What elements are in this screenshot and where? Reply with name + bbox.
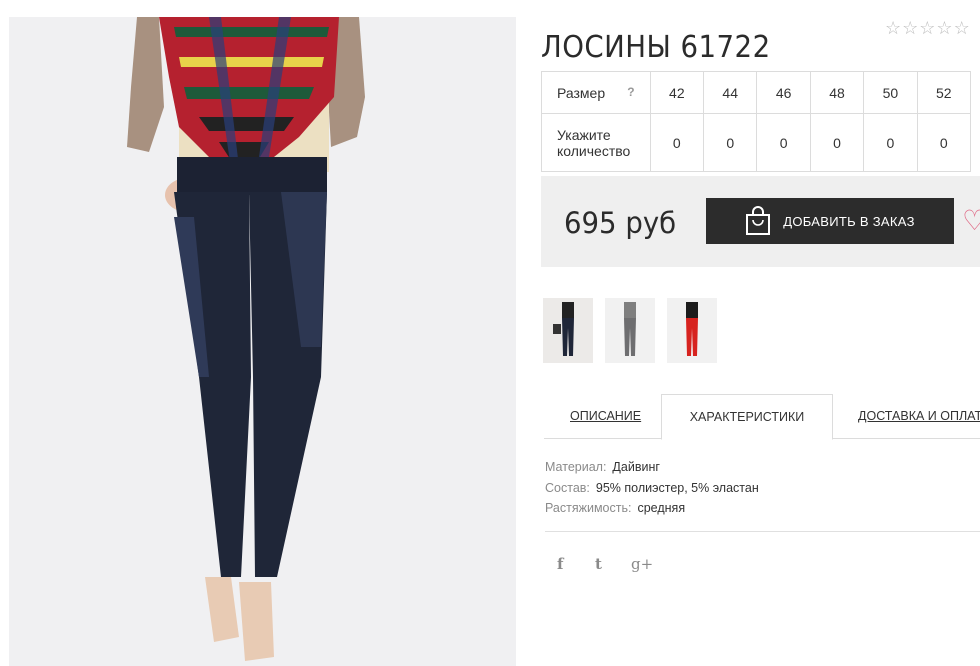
heart-icon[interactable]: ♡ — [962, 204, 980, 237]
thumbnail-dark[interactable] — [543, 298, 593, 363]
size-cell: 44 — [703, 71, 758, 114]
star-icon[interactable]: ☆ — [885, 18, 902, 38]
quantity-input[interactable]: 0 — [916, 113, 972, 172]
rating-stars[interactable]: ☆☆☆☆☆ — [885, 18, 971, 39]
spec-row: Растяжимость: средняя — [545, 498, 759, 519]
add-to-order-button[interactable]: ДОБАВИТЬ В ЗАКАЗ — [706, 198, 954, 244]
tab-description[interactable]: ОПИСАНИЕ — [570, 394, 641, 438]
spec-value: 95% полиэстер, 5% эластан — [595, 480, 759, 495]
size-cell: 48 — [809, 71, 865, 114]
tab-delivery-payment[interactable]: ДОСТАВКА И ОПЛАТА — [858, 394, 980, 438]
facebook-icon[interactable]: f — [557, 555, 563, 573]
size-cell: 42 — [649, 71, 705, 114]
quantity-input[interactable]: 0 — [649, 113, 705, 172]
size-cell: 50 — [863, 71, 918, 114]
star-icon[interactable]: ☆ — [936, 18, 953, 38]
buy-box: 695 руб ДОБАВИТЬ В ЗАКАЗ ♡ — [541, 176, 980, 267]
twitter-icon[interactable]: t — [595, 555, 602, 573]
size-cell: 52 — [916, 71, 972, 114]
product-title: ЛОСИНЫ 61722 — [541, 30, 771, 66]
spec-row: Материал: Дайвинг — [545, 457, 759, 478]
size-table: Размер ? 42 44 46 48 50 52 Укажите колич… — [541, 71, 972, 172]
spec-key: Растяжимость: — [545, 501, 632, 515]
divider — [545, 531, 980, 532]
tab-characteristics[interactable]: ХАРАКТЕРИСТИКИ — [661, 394, 833, 440]
quantity-input[interactable]: 0 — [703, 113, 758, 172]
spec-value: средняя — [637, 501, 686, 515]
specs-list: Материал: Дайвинг Состав: 95% полиэстер, 5… — [545, 457, 759, 519]
star-icon[interactable]: ☆ — [919, 18, 936, 38]
shopping-bag-icon — [746, 206, 771, 235]
quantity-input[interactable]: 0 — [809, 113, 865, 172]
thumbnail-grey[interactable] — [605, 298, 655, 363]
spec-key: Материал: — [545, 460, 607, 474]
spec-value: Дайвинг — [612, 460, 660, 474]
product-tabs: ОПИСАНИЕ ХАРАКТЕРИСТИКИ ДОСТАВКА И ОПЛАТ… — [544, 394, 980, 440]
spec-row: Состав: 95% полиэстер, 5% эластан — [545, 478, 759, 499]
quantity-input[interactable]: 0 — [756, 113, 811, 172]
size-row: Размер ? 42 44 46 48 50 52 — [541, 71, 972, 114]
size-label-cell: Размер ? — [541, 71, 651, 114]
product-main-image[interactable] — [9, 17, 516, 666]
quantity-label: Укажите количество — [541, 113, 651, 172]
spec-key: Состав: — [545, 480, 590, 495]
size-label: Размер — [557, 84, 606, 101]
google-plus-icon[interactable]: g+ — [631, 555, 653, 573]
quantity-row: Укажите количество 0 0 0 0 0 0 — [541, 113, 972, 172]
add-to-order-label: ДОБАВИТЬ В ЗАКАЗ — [783, 213, 915, 229]
size-cell: 46 — [756, 71, 811, 114]
star-icon[interactable]: ☆ — [902, 18, 919, 38]
size-help-icon[interactable]: ? — [627, 85, 634, 99]
quantity-input[interactable]: 0 — [863, 113, 918, 172]
price: 695 руб — [564, 206, 677, 240]
thumbnail-red[interactable] — [667, 298, 717, 363]
star-icon[interactable]: ☆ — [954, 18, 971, 38]
